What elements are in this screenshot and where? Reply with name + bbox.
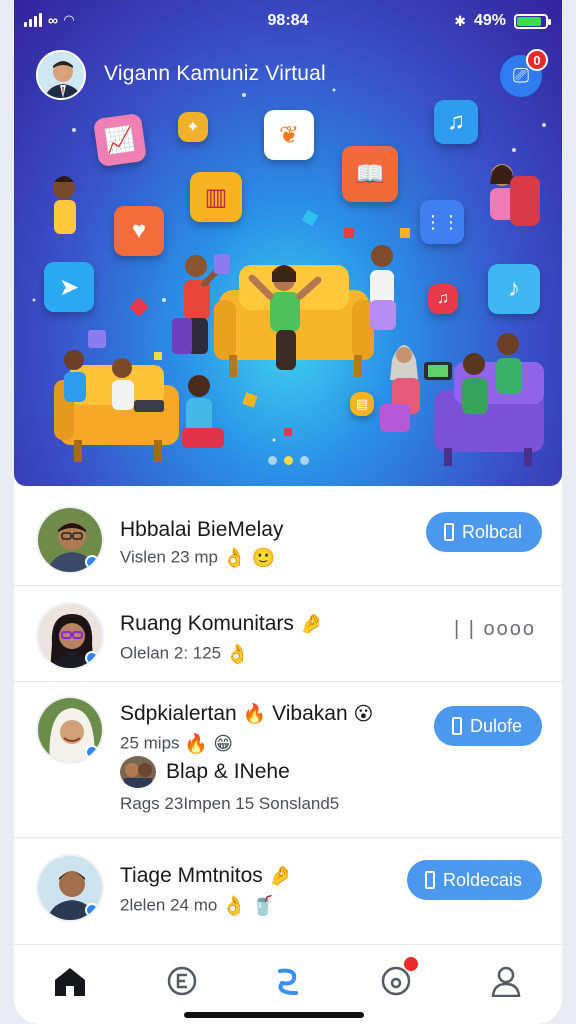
nav-connect[interactable] [268,961,308,1001]
phone-icon [443,523,454,541]
fire-emoji-icon: 🔥 [242,704,267,726]
verified-icon [85,555,99,569]
nav-profile[interactable] [486,961,526,1001]
member-name: Ruang Komunitars 🤌 [120,612,324,636]
sub-avatar [120,756,156,788]
list-item[interactable]: Sdpkialertan 🔥 Vibakan 😮 25 mips 🔥 😁 Bla… [14,682,562,838]
join-button-label: Dulofe [469,715,522,736]
emoji-icon: 👌 🙂 [222,548,276,569]
member-name: Sdpkialertan 🔥 Vibakan 😮 [120,702,374,726]
avatar[interactable] [36,602,104,670]
member-name: Hbbalai BieMelay [120,518,284,541]
swirl-icon [278,968,298,995]
verified-icon [85,903,99,917]
emoji-icon: 🔥 😁 [184,734,234,755]
member-meta: 2lelen 24 mo 👌 🥤 [120,895,275,917]
sub-member-meta: Rags 23Impen 15 Sonsland5 [120,794,340,813]
join-button-label: Roldecais [442,869,522,890]
phone-icon [451,717,462,735]
carousel-dot[interactable] [299,456,309,465]
member-name: Tiage Mmtnitos 🤌 [120,864,293,888]
emoji-icon: 👌 🥤 [222,896,275,917]
call-status-indicator: | | oooo [454,618,536,640]
member-meta: Olelan 2: 125 👌 [120,643,250,665]
nav-feed[interactable] [162,961,202,1001]
nav-home[interactable] [50,961,90,1001]
join-button[interactable]: Dulofe [433,706,542,746]
community-illustration [32,88,546,466]
surprised-emoji-icon: 😮 [353,703,374,725]
person-icon [491,966,521,997]
nav-alerts[interactable] [376,957,418,1001]
sub-member-name: Blap & INehe [166,760,290,783]
e-icon [167,966,197,996]
home-indicator[interactable] [184,1012,364,1018]
join-button[interactable]: Roldecais [406,860,542,900]
carousel-indicator[interactable] [14,456,562,465]
list-item[interactable]: Hbbalai BieMelay Vislen 23 mp 👌 🙂 Rolbca… [14,486,562,586]
list-item[interactable]: Ruang Komunitars 🤌 Olelan 2: 125 👌 | | o… [14,586,562,682]
carousel-dot[interactable] [267,456,277,465]
home-icon [55,968,85,996]
avatar[interactable] [36,506,104,574]
member-meta: 25 mips 🔥 😁 [120,733,234,755]
join-button[interactable]: Rolbcal [425,512,542,552]
list-item[interactable]: Tiage Mmtnitos 🤌 2lelen 24 mo 👌 🥤 Roldec… [14,838,562,938]
member-meta: Vislen 23 mp 👌 🙂 [120,547,276,569]
join-button-label: Rolbcal [461,521,522,542]
avatar[interactable] [36,854,104,922]
carousel-dot-active[interactable] [283,456,293,465]
community-list: Hbbalai BieMelay Vislen 23 mp 👌 🙂 Rolbca… [14,486,562,938]
verified-icon [85,745,99,759]
pinch-emoji-icon: 🤌 [268,866,293,888]
sub-member[interactable]: Blap & INehe [120,756,290,788]
avatar[interactable] [36,696,104,764]
app-screen: ∞ ◠ 98:84 ✱ 49% Vigann Kamuniz Virtual ⎚ [14,0,562,1024]
alerts-badge [404,957,418,971]
verified-icon [85,651,99,665]
pinch-emoji-icon: 🤌 [299,614,324,636]
ok-hand-emoji-icon: 👌 [225,644,250,665]
hero-banner[interactable]: ∞ ◠ 98:84 ✱ 49% Vigann Kamuniz Virtual ⎚ [14,0,562,486]
phone-icon [424,871,435,889]
